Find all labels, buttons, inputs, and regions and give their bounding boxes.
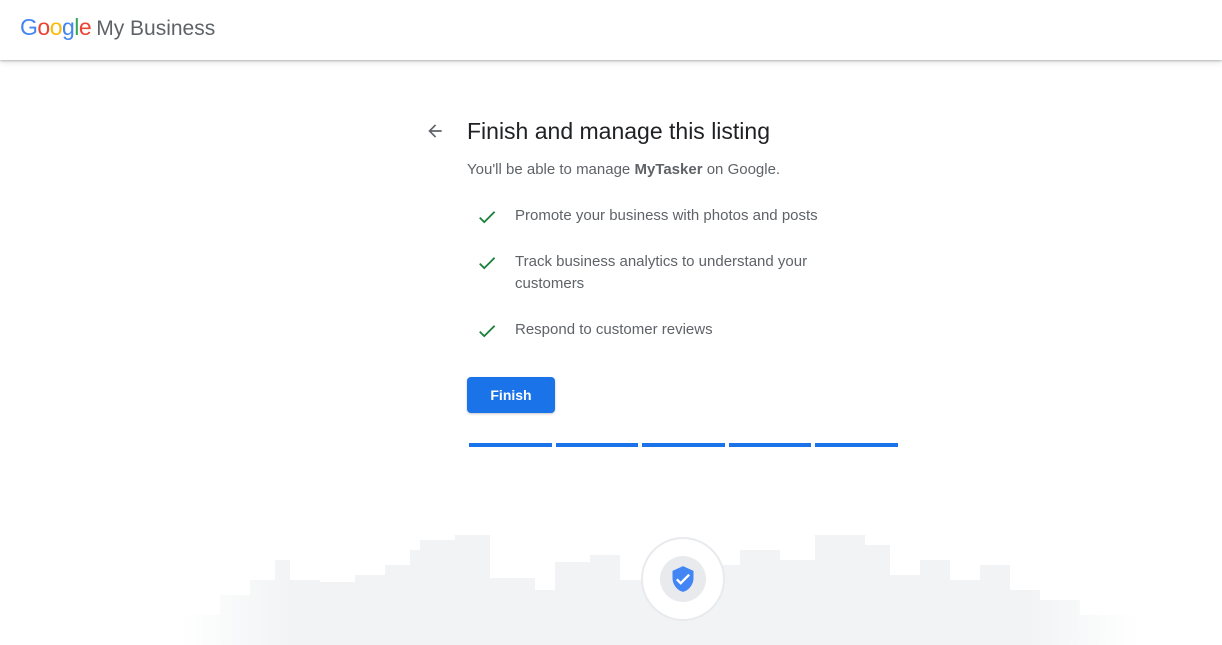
page-subtitle: You'll be able to manage MyTasker on Goo… xyxy=(467,160,907,180)
business-name: MyTasker xyxy=(634,161,703,178)
checkmark-icon xyxy=(479,211,496,224)
step-progress-bar xyxy=(469,443,898,447)
verification-badge xyxy=(641,537,725,621)
feature-text: Track business analytics to understand y… xyxy=(515,253,808,292)
subtitle-prefix: You'll be able to manage xyxy=(467,161,635,178)
progress-segment xyxy=(815,443,898,447)
checkmark-icon xyxy=(479,325,496,338)
feature-item: Respond to customer reviews xyxy=(467,319,865,341)
logo-letter: o xyxy=(49,14,63,40)
product-name: My Business xyxy=(96,17,216,40)
logo-letter: e xyxy=(78,14,92,40)
feature-text: Promote your business with photos and po… xyxy=(515,207,818,224)
checkmark-icon xyxy=(479,257,496,270)
top-app-bar: Google My Business xyxy=(0,0,1222,60)
verified-shield-icon xyxy=(672,566,694,592)
page-title: Finish and manage this listing xyxy=(467,118,770,144)
progress-segment xyxy=(642,443,725,447)
listing-finish-card: Finish and manage this listing You'll be… xyxy=(467,114,907,413)
feature-list: Promote your business with photos and po… xyxy=(467,205,907,341)
feature-text: Respond to customer reviews xyxy=(515,321,713,338)
arrow-left-icon xyxy=(428,124,442,138)
subtitle-suffix: on Google. xyxy=(702,161,781,178)
feature-item: Track business analytics to understand y… xyxy=(467,251,865,295)
feature-item: Promote your business with photos and po… xyxy=(467,205,865,227)
google-my-business-logo[interactable]: Google My Business xyxy=(20,14,215,41)
progress-segment xyxy=(555,443,639,447)
back-button[interactable] xyxy=(420,116,450,146)
google-wordmark: Google xyxy=(20,14,92,41)
logo-letter: G xyxy=(20,14,38,40)
logo-letter: g xyxy=(61,14,75,40)
badge-inner-circle xyxy=(660,556,706,602)
logo-letter: o xyxy=(37,14,50,40)
progress-segment xyxy=(728,443,812,447)
progress-segment xyxy=(469,443,552,447)
finish-button[interactable]: Finish xyxy=(467,377,555,413)
